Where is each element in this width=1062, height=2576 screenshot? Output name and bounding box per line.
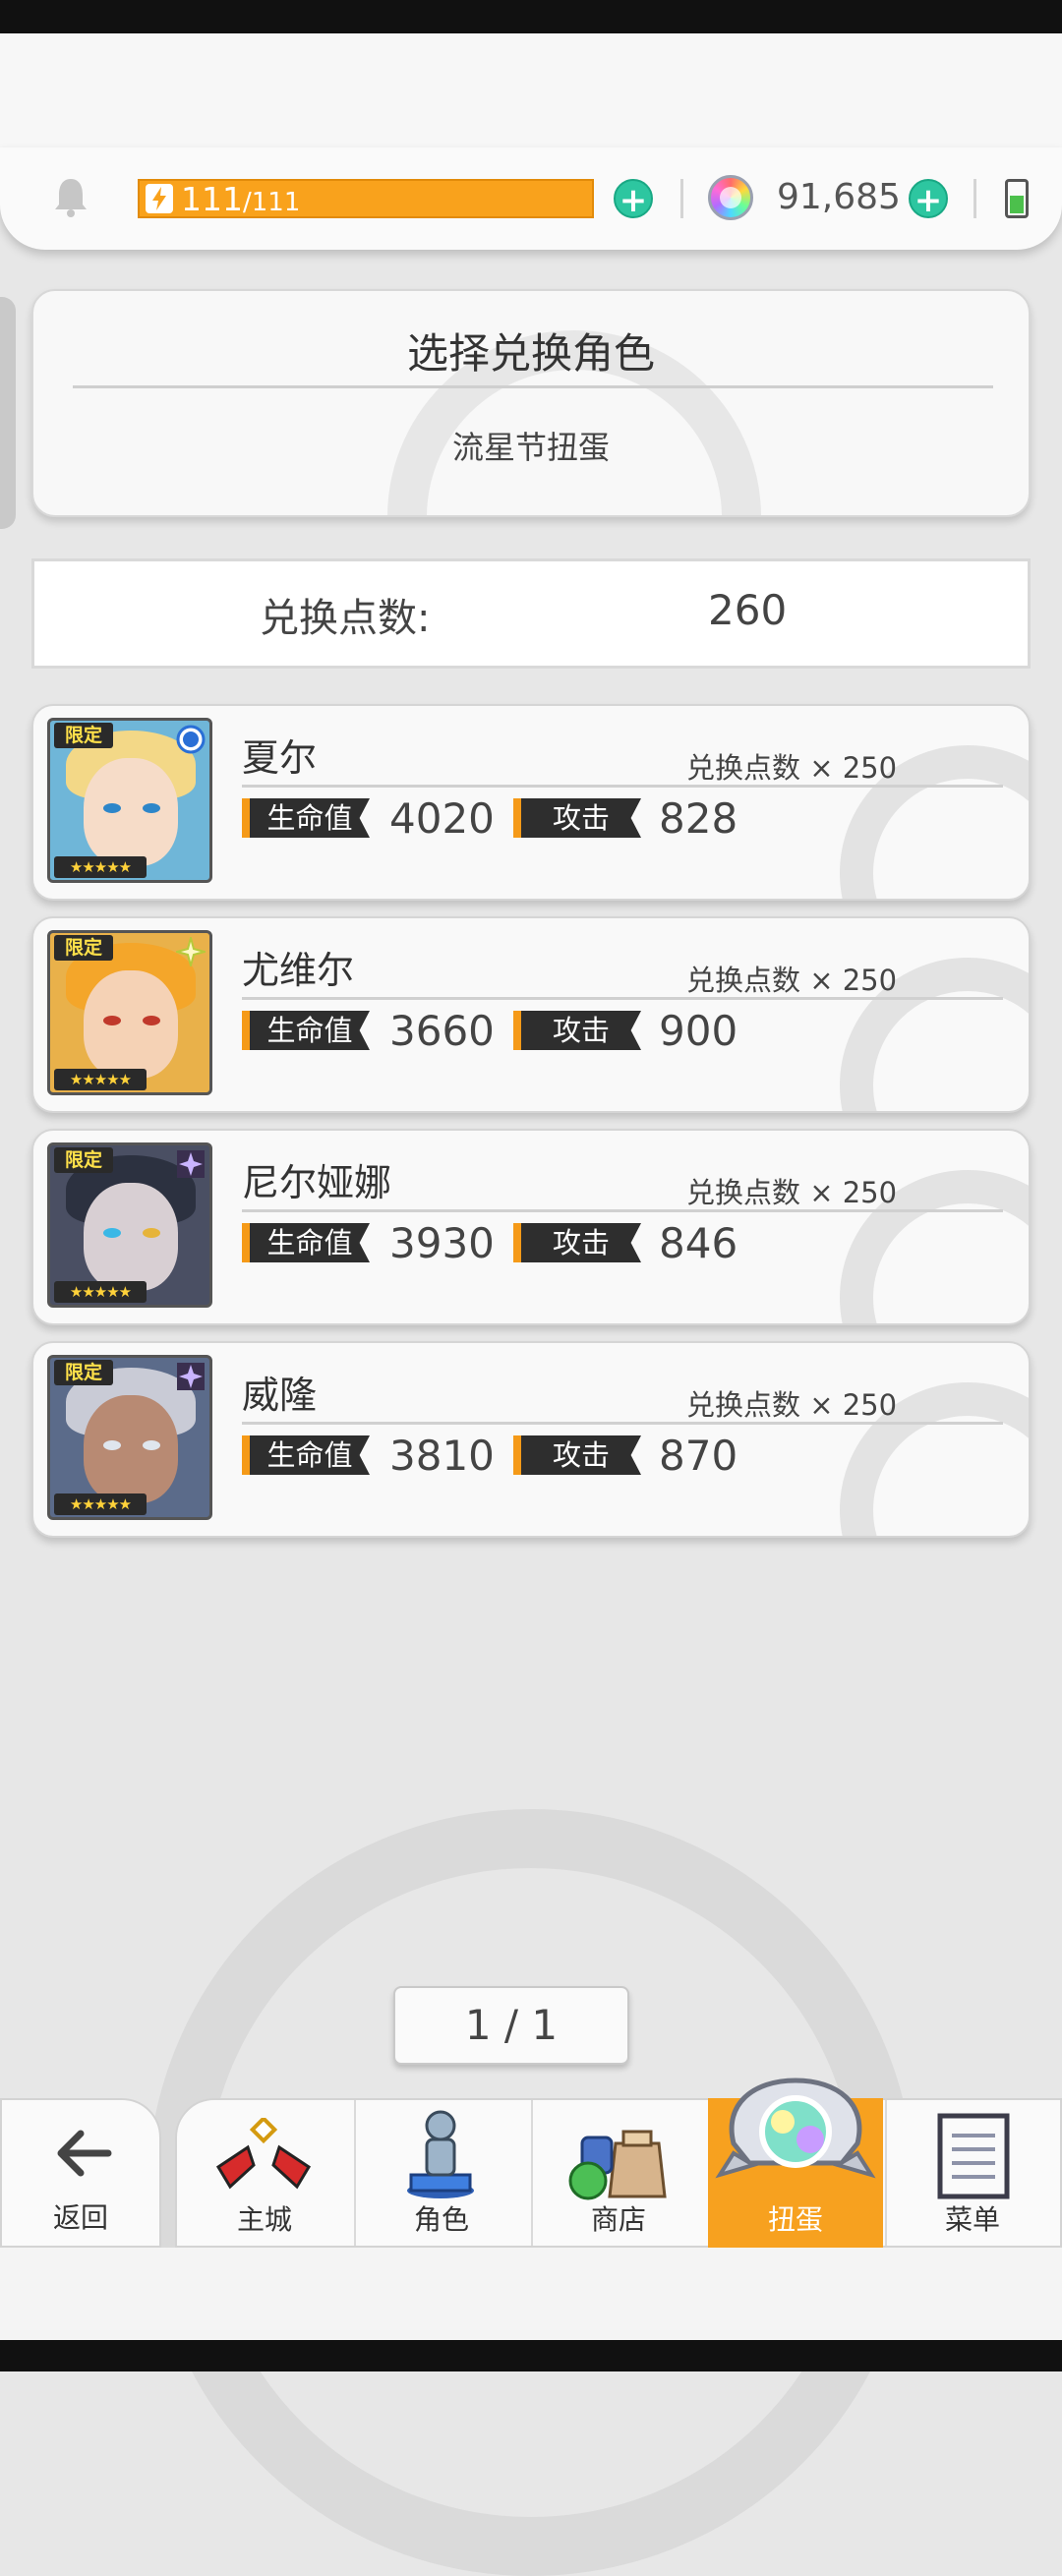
limited-tag: 限定 — [54, 1360, 113, 1385]
attack-label: 攻击 — [513, 1223, 641, 1262]
hp-label: 生命值 — [242, 798, 370, 838]
exchange-points-panel — [31, 558, 1031, 669]
exchange-cost: 兑换点数 × 250 — [686, 751, 898, 785]
card-divider — [242, 785, 1003, 788]
exchange-cost: 兑换点数 × 250 — [686, 1388, 898, 1422]
water-element-icon — [176, 725, 206, 754]
stamina-bar: 111/111 — [138, 179, 594, 218]
character-name: 威隆 — [242, 1374, 318, 1417]
system-nav-bar — [0, 2340, 1062, 2371]
bottom-strip — [0, 2248, 1062, 2340]
bell-icon[interactable] — [51, 175, 90, 218]
character-portrait: 限定 ★★★★★ — [47, 1142, 212, 1308]
dark-element-icon — [177, 1150, 205, 1178]
back-arrow-icon — [57, 2130, 112, 2177]
header-divider — [974, 179, 976, 218]
character-name: 尤维尔 — [242, 949, 355, 992]
nav-item-main-city[interactable]: 主城 — [177, 2098, 352, 2248]
add-gems-button[interactable]: + — [909, 179, 948, 220]
nav-label-shop: 商店 — [590, 2203, 646, 2236]
nav-label-gacha: 扭蛋 — [767, 2203, 823, 2236]
exchange-points-label: 兑换点数: — [260, 596, 431, 641]
back-button[interactable]: 返回 — [0, 2098, 161, 2248]
nav-item-characters[interactable]: 角色 — [354, 2098, 529, 2248]
character-statue-icon — [407, 2110, 474, 2198]
top-spacer — [0, 33, 1062, 151]
limited-tag: 限定 — [54, 1147, 113, 1173]
main-city-icon — [215, 2118, 312, 2190]
character-card[interactable]: 限定 ★★★★★ 威隆 兑换点数 × 250 生命值 3810 攻击 870 — [31, 1341, 1031, 1538]
character-card[interactable]: 限定 ★★★★★ 尼尔娅娜 兑换点数 × 250 生命值 3930 攻击 846 — [31, 1129, 1031, 1325]
battery-icon — [1005, 179, 1029, 218]
exchange-cost: 兑换点数 × 250 — [686, 1176, 898, 1209]
menu-notepad-icon — [937, 2113, 1010, 2199]
gacha-orb-icon — [715, 2078, 876, 2179]
star-rating: ★★★★★ — [54, 1069, 147, 1090]
gem-icon — [708, 175, 753, 220]
gem-count: 91,685 — [777, 177, 901, 217]
exchange-points-value: 260 — [708, 586, 788, 634]
back-label: 返回 — [52, 2201, 108, 2234]
star-rating: ★★★★★ — [54, 856, 147, 878]
character-name: 夏尔 — [242, 736, 318, 780]
dark-element-icon — [177, 1363, 205, 1390]
stamina-max: /111 — [243, 187, 301, 217]
attack-label: 攻击 — [513, 1435, 641, 1475]
character-portrait: 限定 ★★★★★ — [47, 1355, 212, 1520]
nav-label-main-city: 主城 — [236, 2203, 292, 2236]
nav-item-gacha[interactable]: 扭蛋 — [708, 2078, 883, 2248]
star-rating: ★★★★★ — [54, 1493, 147, 1515]
limited-tag: 限定 — [54, 723, 113, 748]
side-drawer-handle[interactable] — [0, 297, 16, 529]
attack-value: 870 — [659, 1432, 738, 1480]
banner-name: 流星节扭蛋 — [451, 429, 610, 466]
stamina-value: 111/111 — [181, 180, 300, 218]
attack-label: 攻击 — [513, 798, 641, 838]
title-panel: 选择兑换角色 流星节扭蛋 — [31, 289, 1031, 517]
nav-item-menu[interactable]: 菜单 — [885, 2098, 1060, 2248]
card-divider — [242, 1209, 1003, 1212]
nav-label-characters: 角色 — [413, 2203, 469, 2236]
bolt-icon — [146, 184, 173, 213]
attack-value: 828 — [659, 794, 738, 843]
hp-value: 3930 — [389, 1219, 495, 1267]
character-name: 尼尔娅娜 — [242, 1161, 392, 1204]
star-rating: ★★★★★ — [54, 1281, 147, 1303]
nav-item-shop[interactable]: 商店 — [531, 2098, 706, 2248]
attack-label: 攻击 — [513, 1011, 641, 1050]
shop-bag-icon — [568, 2130, 667, 2200]
light-element-icon — [176, 937, 206, 966]
hp-label: 生命值 — [242, 1223, 370, 1262]
character-portrait: 限定 ★★★★★ — [47, 930, 212, 1095]
hp-value: 4020 — [389, 794, 495, 843]
stamina-current: 111 — [181, 179, 243, 218]
page-title: 选择兑换角色 — [406, 329, 655, 378]
character-card[interactable]: 限定 ★★★★★ 夏尔 兑换点数 × 250 生命值 4020 攻击 828 — [31, 704, 1031, 901]
card-divider — [242, 1422, 1003, 1425]
hp-value: 3660 — [389, 1007, 495, 1055]
header-divider — [680, 179, 683, 218]
nav-label-menu: 菜单 — [944, 2203, 1000, 2236]
add-stamina-button[interactable]: + — [614, 179, 653, 220]
hp-value: 3810 — [389, 1432, 495, 1480]
hp-label: 生命值 — [242, 1435, 370, 1475]
limited-tag: 限定 — [54, 935, 113, 961]
card-divider — [242, 997, 1003, 1000]
title-divider — [73, 385, 993, 388]
exchange-cost: 兑换点数 × 250 — [686, 964, 898, 997]
character-portrait: 限定 ★★★★★ — [47, 718, 212, 883]
attack-value: 900 — [659, 1007, 738, 1055]
page-indicator: 1 / 1 — [393, 1986, 629, 2065]
system-status-bar — [0, 0, 1062, 33]
hp-label: 生命值 — [242, 1011, 370, 1050]
character-card[interactable]: 限定 ★★★★★ 尤维尔 兑换点数 × 250 生命值 3660 攻击 900 — [31, 916, 1031, 1113]
attack-value: 846 — [659, 1219, 738, 1267]
